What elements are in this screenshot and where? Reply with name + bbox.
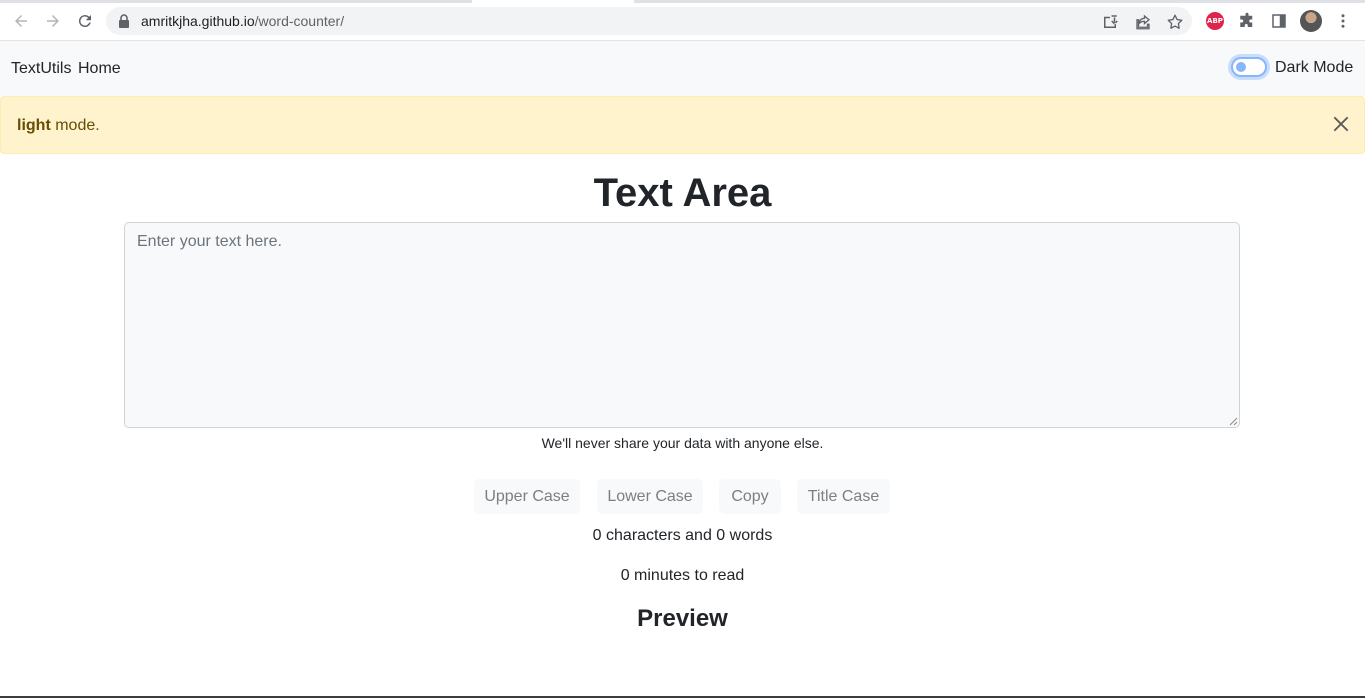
share-icon[interactable] — [1134, 13, 1152, 31]
tab-strip-edge — [0, 0, 472, 3]
navbar-brand[interactable]: TextUtils — [11, 60, 71, 78]
menu-icon — [1341, 14, 1345, 28]
dark-mode-toggle[interactable] — [1231, 57, 1267, 77]
copy-button[interactable]: Copy — [719, 479, 781, 514]
star-icon[interactable] — [1166, 13, 1184, 31]
word-count-summary: 0 characters and 0 words — [592, 527, 773, 544]
forward-button[interactable] — [42, 10, 64, 32]
reload-icon — [78, 15, 91, 28]
action-buttons: Upper Case Lower Case Copy Title Case — [0, 479, 1365, 514]
address-bar[interactable]: amritkjha.github.io/word-counter/ — [106, 7, 1192, 35]
back-icon — [15, 15, 27, 27]
back-button[interactable] — [10, 10, 32, 32]
install-icon[interactable] — [1101, 13, 1119, 31]
tab-strip-edge — [634, 0, 1365, 3]
read-time: 0 minutes to read — [620, 567, 745, 584]
mode-alert: light mode. — [0, 96, 1365, 154]
privacy-help-text: We'll never share your data with anyone … — [541, 435, 824, 451]
dark-mode-label[interactable]: Dark Mode — [1275, 59, 1353, 77]
toggle-knob — [1236, 62, 1246, 72]
close-icon — [1333, 116, 1349, 132]
url-text: amritkjha.github.io/word-counter/ — [141, 13, 345, 29]
alert-message: light mode. — [17, 117, 100, 135]
adblock-icon[interactable]: ABP — [1205, 11, 1225, 31]
profile-avatar[interactable] — [1300, 10, 1322, 32]
extensions-icon[interactable] — [1237, 11, 1257, 31]
lock-icon — [119, 14, 129, 28]
puzzle-icon — [1240, 12, 1253, 27]
lower-case-button[interactable]: Lower Case — [597, 479, 703, 514]
side-panel-icon — [1272, 14, 1286, 28]
alert-rest: mode. — [50, 117, 100, 134]
nav-link-home[interactable]: Home — [78, 60, 121, 78]
preview-heading: Preview — [637, 605, 728, 632]
side-panel-button[interactable] — [1269, 11, 1289, 31]
browser-toolbar: amritkjha.github.io/word-counter/ ABP — [0, 0, 1365, 41]
alert-close-button[interactable] — [1329, 112, 1353, 136]
resize-grip-icon[interactable] — [1229, 417, 1238, 426]
reload-button[interactable] — [74, 10, 96, 32]
text-input[interactable] — [124, 222, 1240, 428]
app-navbar: TextUtils Home Dark Mode — [0, 41, 1365, 96]
page-title: Text Area — [593, 171, 772, 215]
forward-icon — [47, 15, 59, 27]
title-case-button[interactable]: Title Case — [797, 479, 890, 514]
alert-strong: light — [17, 117, 51, 134]
menu-button[interactable] — [1333, 11, 1353, 31]
upper-case-button[interactable]: Upper Case — [474, 479, 580, 514]
